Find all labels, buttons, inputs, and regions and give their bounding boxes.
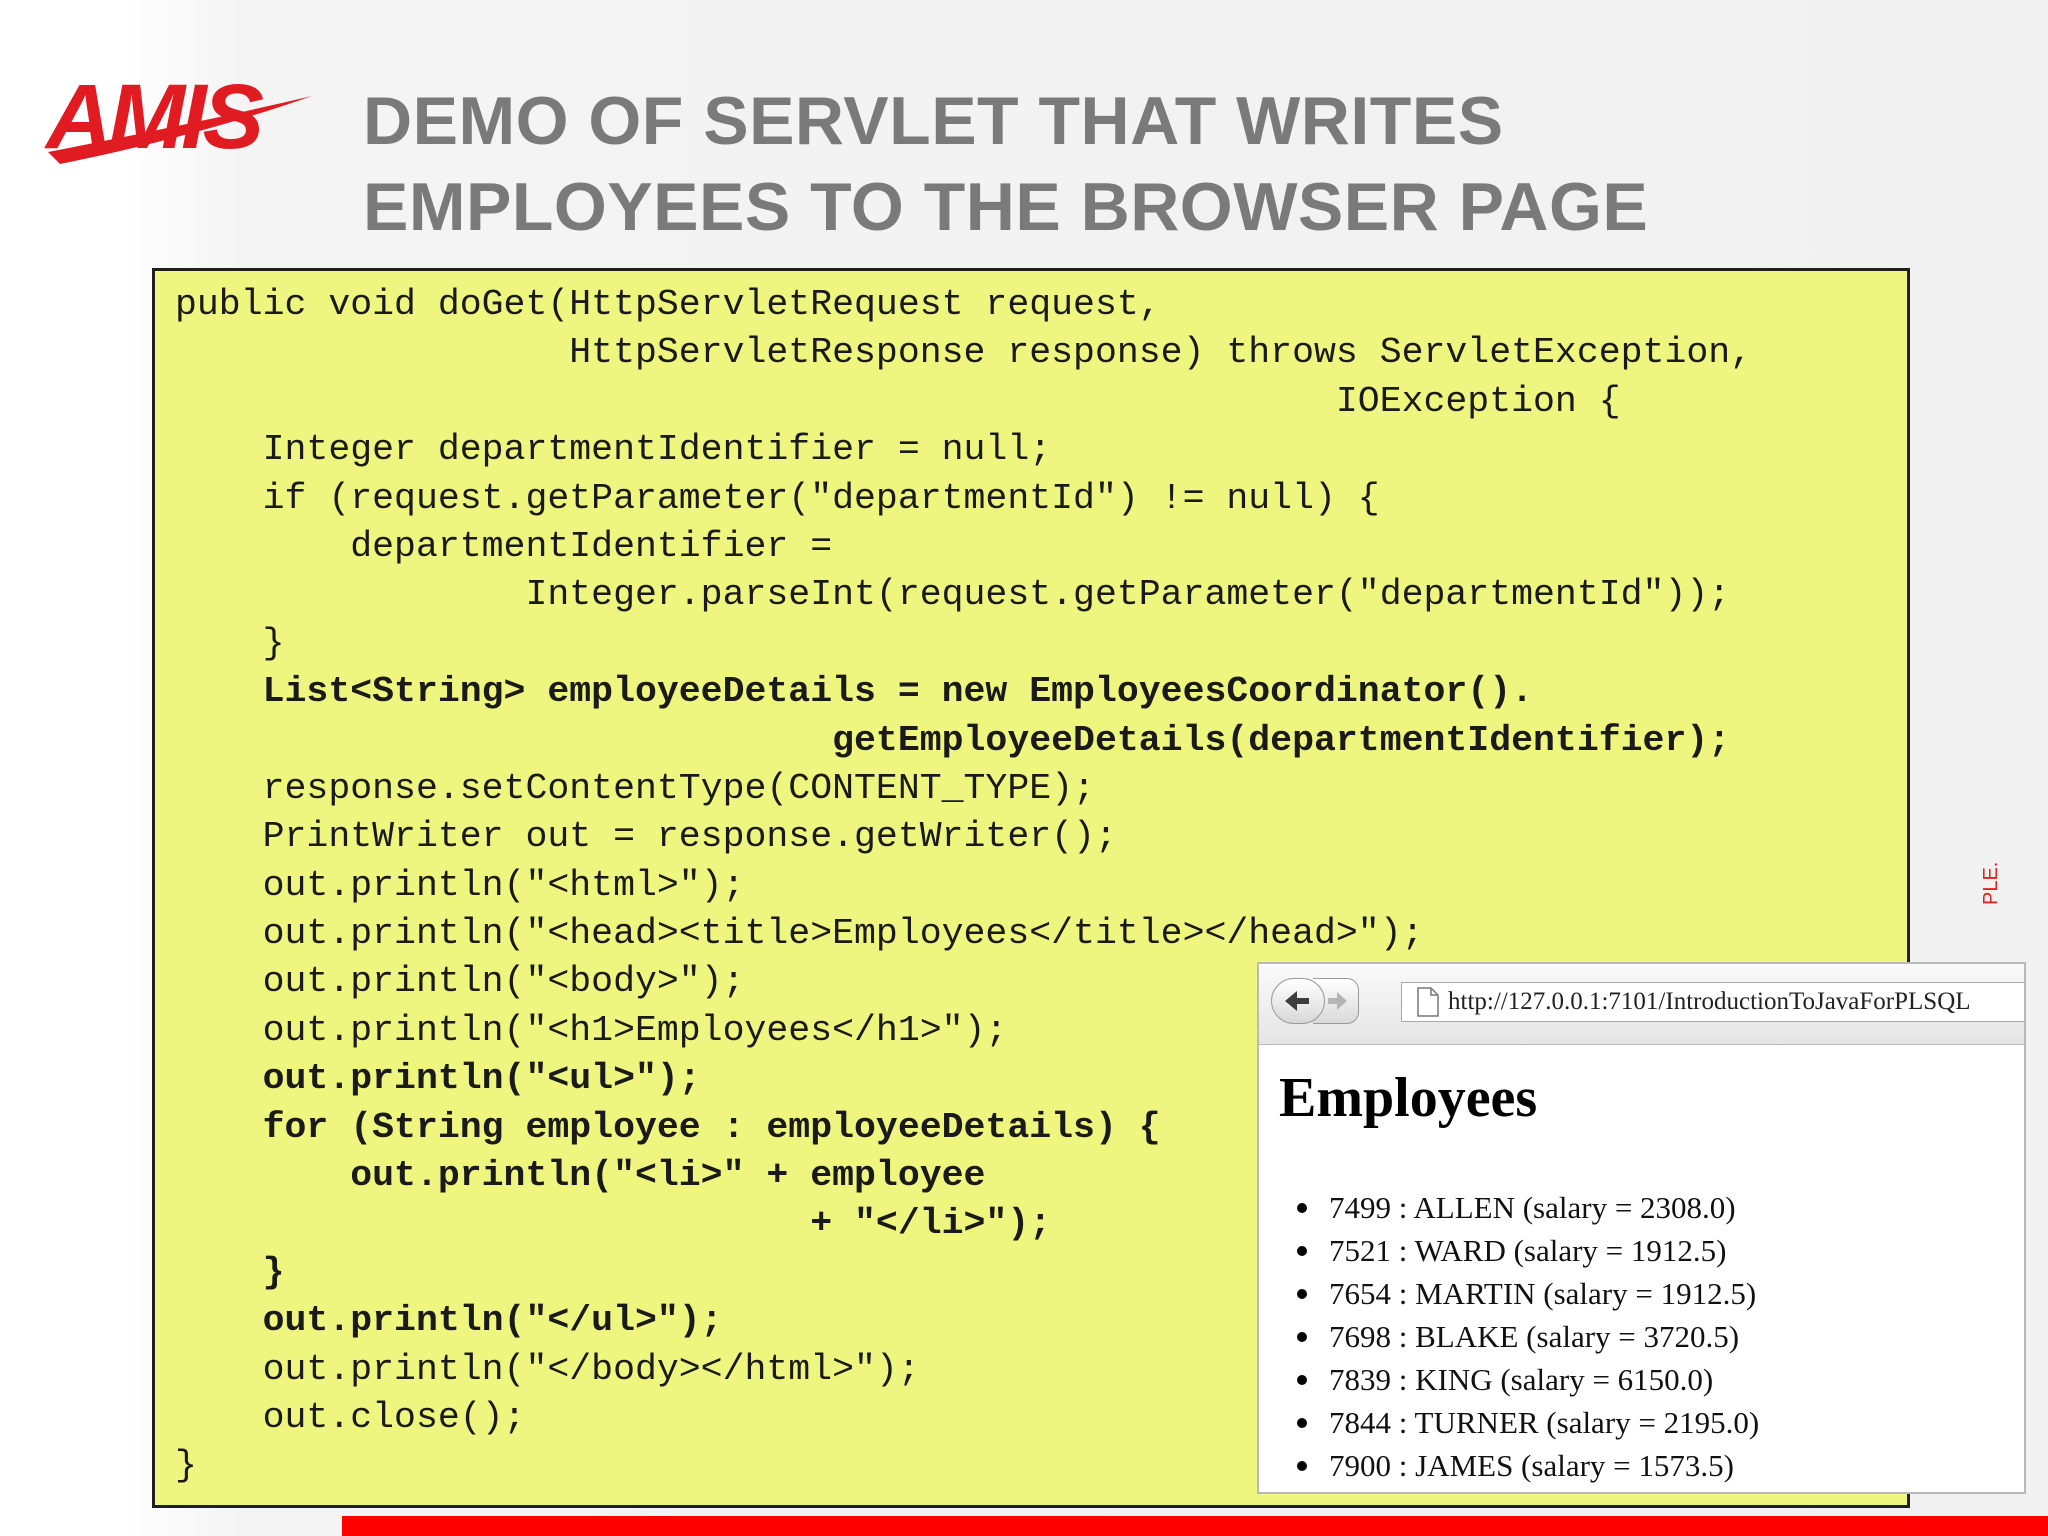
footer-red-bar bbox=[342, 1516, 2048, 1536]
code-line: List<String> employeeDetails = new Emplo… bbox=[175, 671, 1534, 713]
browser-window: http://127.0.0.1:7101/IntroductionToJava… bbox=[1257, 962, 2026, 1494]
amis-logo: AMIS bbox=[44, 66, 312, 168]
forward-arrow-icon bbox=[1327, 992, 1347, 1010]
employee-list-item: 7521 : WARD (salary = 1912.5) bbox=[1296, 1229, 1759, 1272]
side-footer-text: PLE. bbox=[1980, 861, 2002, 905]
code-line: response.setContentType(CONTENT_TYPE); bbox=[175, 767, 1095, 809]
employee-list-item: 7698 : BLAKE (salary = 3720.5) bbox=[1296, 1315, 1759, 1358]
back-button[interactable] bbox=[1271, 978, 1325, 1024]
employee-list-item: 7844 : TURNER (salary = 2195.0) bbox=[1296, 1401, 1759, 1444]
employee-list-item: 7900 : JAMES (salary = 1573.5) bbox=[1296, 1444, 1759, 1487]
page-heading: Employees bbox=[1279, 1067, 1538, 1129]
slide-title: DEMO OF SERVLET THAT WRITES EMPLOYEES TO… bbox=[363, 78, 1963, 250]
code-line: departmentIdentifier = bbox=[175, 525, 833, 567]
employee-list-item: 7839 : KING (salary = 6150.0) bbox=[1296, 1358, 1759, 1401]
code-line: HttpServletResponse response) throws Ser… bbox=[175, 332, 1753, 374]
logo-text: AMIS bbox=[44, 66, 264, 168]
code-line: if (request.getParameter("departmentId")… bbox=[175, 477, 1380, 519]
employee-list-item: 7654 : MARTIN (salary = 1912.5) bbox=[1296, 1272, 1759, 1315]
title-line-1: DEMO OF SERVLET THAT WRITES bbox=[363, 83, 1504, 159]
browser-toolbar: http://127.0.0.1:7101/IntroductionToJava… bbox=[1259, 964, 2024, 1045]
code-line: public void doGet(HttpServletRequest req… bbox=[175, 284, 1161, 325]
title-line-2: EMPLOYEES TO THE BROWSER PAGE bbox=[363, 169, 1649, 245]
employee-list-item: 7499 : ALLEN (salary = 2308.0) bbox=[1296, 1186, 1759, 1229]
address-bar[interactable]: http://127.0.0.1:7101/IntroductionToJava… bbox=[1401, 982, 2024, 1022]
code-line: PrintWriter out = response.getWriter(); bbox=[175, 816, 1117, 858]
code-line: getEmployeeDetails(departmentIdentifier)… bbox=[175, 719, 1731, 761]
code-line: out.println("<head><title>Employees</tit… bbox=[175, 913, 1424, 955]
code-line: } bbox=[175, 622, 285, 664]
code-line: Integer departmentIdentifier = null; bbox=[175, 429, 1052, 471]
page-icon bbox=[1417, 987, 1439, 1017]
code-line: IOException { bbox=[175, 380, 1621, 422]
employee-list: 7499 : ALLEN (salary = 2308.0) 7521 : WAR… bbox=[1296, 1186, 1759, 1487]
code-line: out.println("<html>"); bbox=[175, 864, 745, 906]
code-line: Integer.parseInt(request.getParameter("d… bbox=[175, 574, 1731, 616]
url-text: http://127.0.0.1:7101/IntroductionToJava… bbox=[1448, 988, 1971, 1015]
back-arrow-icon bbox=[1285, 991, 1309, 1011]
